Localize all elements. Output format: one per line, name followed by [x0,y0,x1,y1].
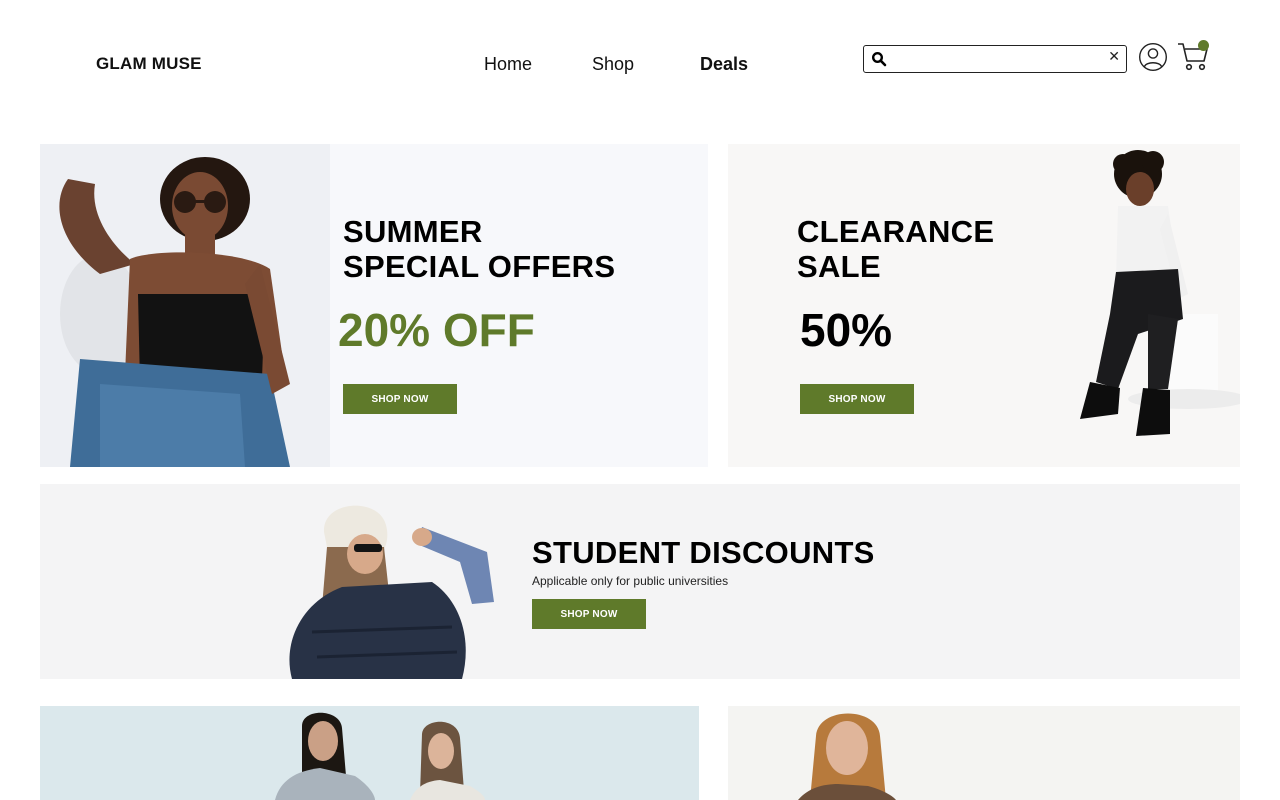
model-portrait-image [728,706,1240,800]
model-in-beanie-image [289,505,494,679]
summer-title-line2: SPECIAL OFFERS [343,249,616,284]
nav-deals[interactable]: Deals [700,54,748,75]
summer-title-line1: SUMMER [343,214,483,249]
clearance-title-line2: SALE [797,249,881,284]
seated-model-image [1080,150,1240,436]
close-icon[interactable]: ✕ [1108,49,1120,65]
site-header: GLAM MUSE Home Shop Deals ✕ [0,0,1280,120]
two-models-banner [40,706,699,800]
nav-shop[interactable]: Shop [592,54,634,75]
summer-discount: 20% OFF [338,304,535,356]
search-box[interactable]: ✕ [863,45,1127,73]
two-models-image [40,706,699,800]
clearance-discount: 50% [800,304,893,356]
clearance-shop-now-button[interactable]: SHOP NOW [800,384,914,414]
student-title: STUDENT DISCOUNTS [532,535,875,570]
clearance-sale-banner: CLEARANCE SALE 50% SHOP NOW [728,144,1240,467]
search-icon[interactable] [871,51,887,67]
cart-badge-dot [1198,40,1209,51]
user-icon[interactable] [1138,42,1168,72]
summer-offers-banner: SUMMER SPECIAL OFFERS 20% OFF SHOP NOW [40,144,708,467]
student-discounts-banner: STUDENT DISCOUNTS Applicable only for pu… [40,484,1240,679]
student-shop-now-button[interactable]: SHOP NOW [532,599,646,629]
clearance-title-line1: CLEARANCE [797,214,995,249]
summer-shop-now-button[interactable]: SHOP NOW [343,384,457,414]
brand-logo[interactable]: GLAM MUSE [96,54,202,74]
search-input[interactable] [892,48,1096,70]
student-subtitle: Applicable only for public universities [532,574,729,588]
model-portrait-banner [728,706,1240,800]
nav-home[interactable]: Home [484,54,532,75]
model-in-sunglasses-image [40,144,330,467]
